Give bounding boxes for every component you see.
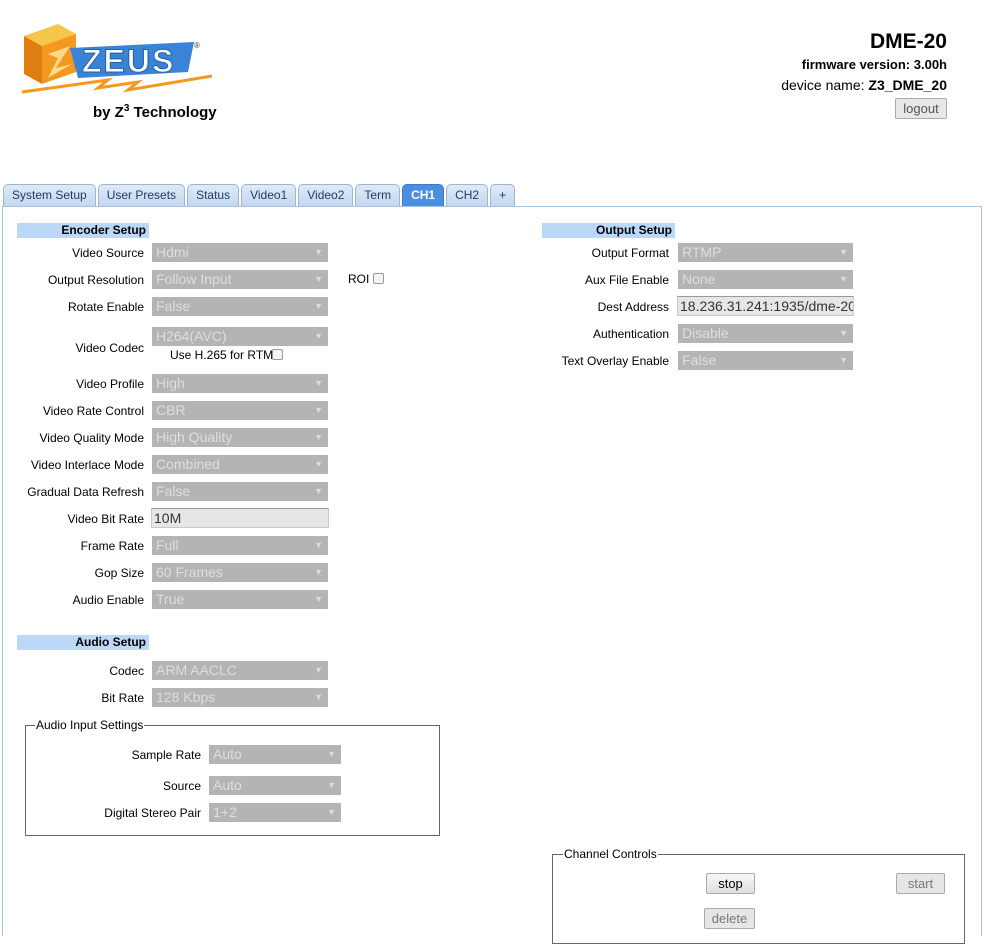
video-quality-mode-select[interactable]: High Quality ▼: [152, 428, 328, 447]
dropdown-arrow-icon: ▼: [327, 749, 336, 759]
video-quality-mode-label: Video Quality Mode: [39, 431, 144, 445]
audio-bit-rate-select[interactable]: 128 Kbps ▼: [152, 688, 328, 707]
video-rate-control-select[interactable]: CBR ▼: [152, 401, 328, 420]
dropdown-arrow-icon: ▼: [314, 567, 323, 577]
channel-controls-legend: Channel Controls: [563, 847, 658, 861]
dropdown-arrow-icon: ▼: [314, 274, 323, 284]
dropdown-arrow-icon: ▼: [314, 247, 323, 257]
device-model: DME-20: [869, 30, 947, 53]
rotate-enable-label: Rotate Enable: [67, 300, 144, 314]
dropdown-arrow-icon: ▼: [314, 540, 323, 550]
start-button[interactable]: start: [896, 873, 945, 894]
dropdown-arrow-icon: ▼: [314, 594, 323, 604]
dropdown-arrow-icon: ▼: [314, 405, 323, 415]
device-name: device name: Z3_DME_20: [781, 77, 947, 93]
video-interlace-mode-select[interactable]: Combined ▼: [152, 455, 328, 474]
delete-button[interactable]: delete: [704, 908, 755, 929]
aux-file-enable-label: Aux File Enable: [584, 273, 669, 287]
aux-file-enable-select[interactable]: None ▼: [678, 270, 853, 289]
dropdown-arrow-icon: ▼: [314, 378, 323, 388]
video-rate-control-label: Video Rate Control: [42, 404, 144, 418]
h265-label: Use H.265 for RTMP: [170, 348, 282, 362]
tab-ch2[interactable]: CH2: [446, 184, 489, 206]
tab-bar: System Setup User Presets Status Video1 …: [3, 184, 517, 206]
video-source-label: Video Source: [72, 246, 144, 260]
dropdown-arrow-icon: ▼: [314, 331, 323, 341]
sample-rate-select[interactable]: Auto ▼: [209, 745, 341, 764]
audio-codec-select[interactable]: ARM AACLC ▼: [152, 661, 328, 680]
video-codec-label: Video Codec: [75, 341, 145, 355]
video-profile-label: Video Profile: [76, 377, 144, 391]
zeus-logo-icon: ZEUS ®: [21, 24, 213, 94]
output-setup-header: Output Setup: [542, 223, 675, 238]
svg-text:ZEUS: ZEUS: [82, 43, 175, 79]
dropdown-arrow-icon: ▼: [839, 328, 848, 338]
gradual-data-refresh-select[interactable]: False ▼: [152, 482, 328, 501]
video-source-select[interactable]: Hdmi ▼: [152, 243, 328, 262]
gop-size-label: Gop Size: [94, 566, 144, 580]
tab-ch1[interactable]: CH1: [402, 184, 445, 206]
sample-rate-label: Sample Rate: [131, 748, 201, 762]
dropdown-arrow-icon: ▼: [314, 486, 323, 496]
video-bit-rate-label: Video Bit Rate: [67, 512, 145, 526]
video-interlace-mode-label: Video Interlace Mode: [30, 458, 144, 472]
rotate-enable-select[interactable]: False ▼: [152, 297, 328, 316]
dropdown-arrow-icon: ▼: [327, 780, 336, 790]
text-overlay-enable-select[interactable]: False ▼: [678, 351, 853, 370]
dropdown-arrow-icon: ▼: [314, 459, 323, 469]
audio-source-select[interactable]: Auto ▼: [209, 776, 341, 795]
svg-text:®: ®: [194, 41, 200, 50]
gop-size-select[interactable]: 60 Frames ▼: [152, 563, 328, 582]
output-format-select[interactable]: RTMP ▼: [678, 243, 853, 262]
video-bit-rate-input[interactable]: 10M: [151, 508, 329, 528]
dest-address-label: Dest Address: [597, 300, 669, 314]
frame-rate-label: Frame Rate: [80, 539, 144, 553]
dropdown-arrow-icon: ▼: [327, 807, 336, 817]
audio-source-label: Source: [162, 779, 201, 793]
digital-stereo-pair-select[interactable]: 1+2 ▼: [209, 803, 341, 822]
authentication-select[interactable]: Disable ▼: [678, 324, 853, 343]
audio-enable-label: Audio Enable: [72, 593, 144, 607]
frame-rate-select[interactable]: Full ▼: [152, 536, 328, 555]
tab-video1[interactable]: Video1: [241, 184, 297, 206]
tab-video2[interactable]: Video2: [298, 184, 354, 206]
dropdown-arrow-icon: ▼: [314, 665, 323, 675]
audio-setup-header: Audio Setup: [17, 635, 149, 650]
tab-system-setup[interactable]: System Setup: [3, 184, 96, 206]
audio-enable-select[interactable]: True ▼: [152, 590, 328, 609]
roi-label: ROI: [348, 272, 370, 286]
output-format-label: Output Format: [591, 246, 669, 260]
output-resolution-label: Output Resolution: [47, 273, 144, 287]
dest-address-input[interactable]: 18.236.31.241:1935/dme-20/: [677, 296, 854, 316]
firmware-version: firmware version: 3.00h: [801, 57, 947, 72]
tab-term[interactable]: Term: [355, 184, 401, 206]
dropdown-arrow-icon: ▼: [314, 692, 323, 702]
output-resolution-select[interactable]: Follow Input ▼: [152, 270, 328, 289]
dropdown-arrow-icon: ▼: [314, 301, 323, 311]
encoder-setup-header: Encoder Setup: [17, 223, 149, 238]
company-byline: by Z3 Technology: [93, 103, 217, 121]
dropdown-arrow-icon: ▼: [839, 355, 848, 365]
dropdown-arrow-icon: ▼: [314, 432, 323, 442]
roi-checkbox[interactable]: [373, 273, 384, 284]
audio-codec-label: Codec: [109, 664, 144, 678]
logout-button[interactable]: logout: [895, 98, 947, 119]
video-codec-select[interactable]: H264(AVC) ▼: [152, 327, 328, 346]
tab-user-presets[interactable]: User Presets: [97, 184, 186, 206]
stop-button[interactable]: stop: [706, 873, 755, 894]
dropdown-arrow-icon: ▼: [839, 247, 848, 257]
tab-status[interactable]: Status: [187, 184, 240, 206]
authentication-label: Authentication: [592, 327, 669, 341]
text-overlay-enable-label: Text Overlay Enable: [561, 354, 669, 368]
zeus-logo: ZEUS ®: [18, 22, 218, 102]
digital-stereo-pair-label: Digital Stereo Pair: [104, 806, 201, 820]
tab-add[interactable]: +: [490, 184, 516, 206]
h265-checkbox[interactable]: [272, 349, 283, 360]
video-profile-select[interactable]: High ▼: [152, 374, 328, 393]
audio-input-settings-legend: Audio Input Settings: [35, 718, 145, 732]
dropdown-arrow-icon: ▼: [839, 274, 848, 284]
gradual-data-refresh-label: Gradual Data Refresh: [27, 485, 144, 499]
channel-controls-group: [552, 854, 965, 944]
audio-bit-rate-label: Bit Rate: [101, 691, 144, 705]
